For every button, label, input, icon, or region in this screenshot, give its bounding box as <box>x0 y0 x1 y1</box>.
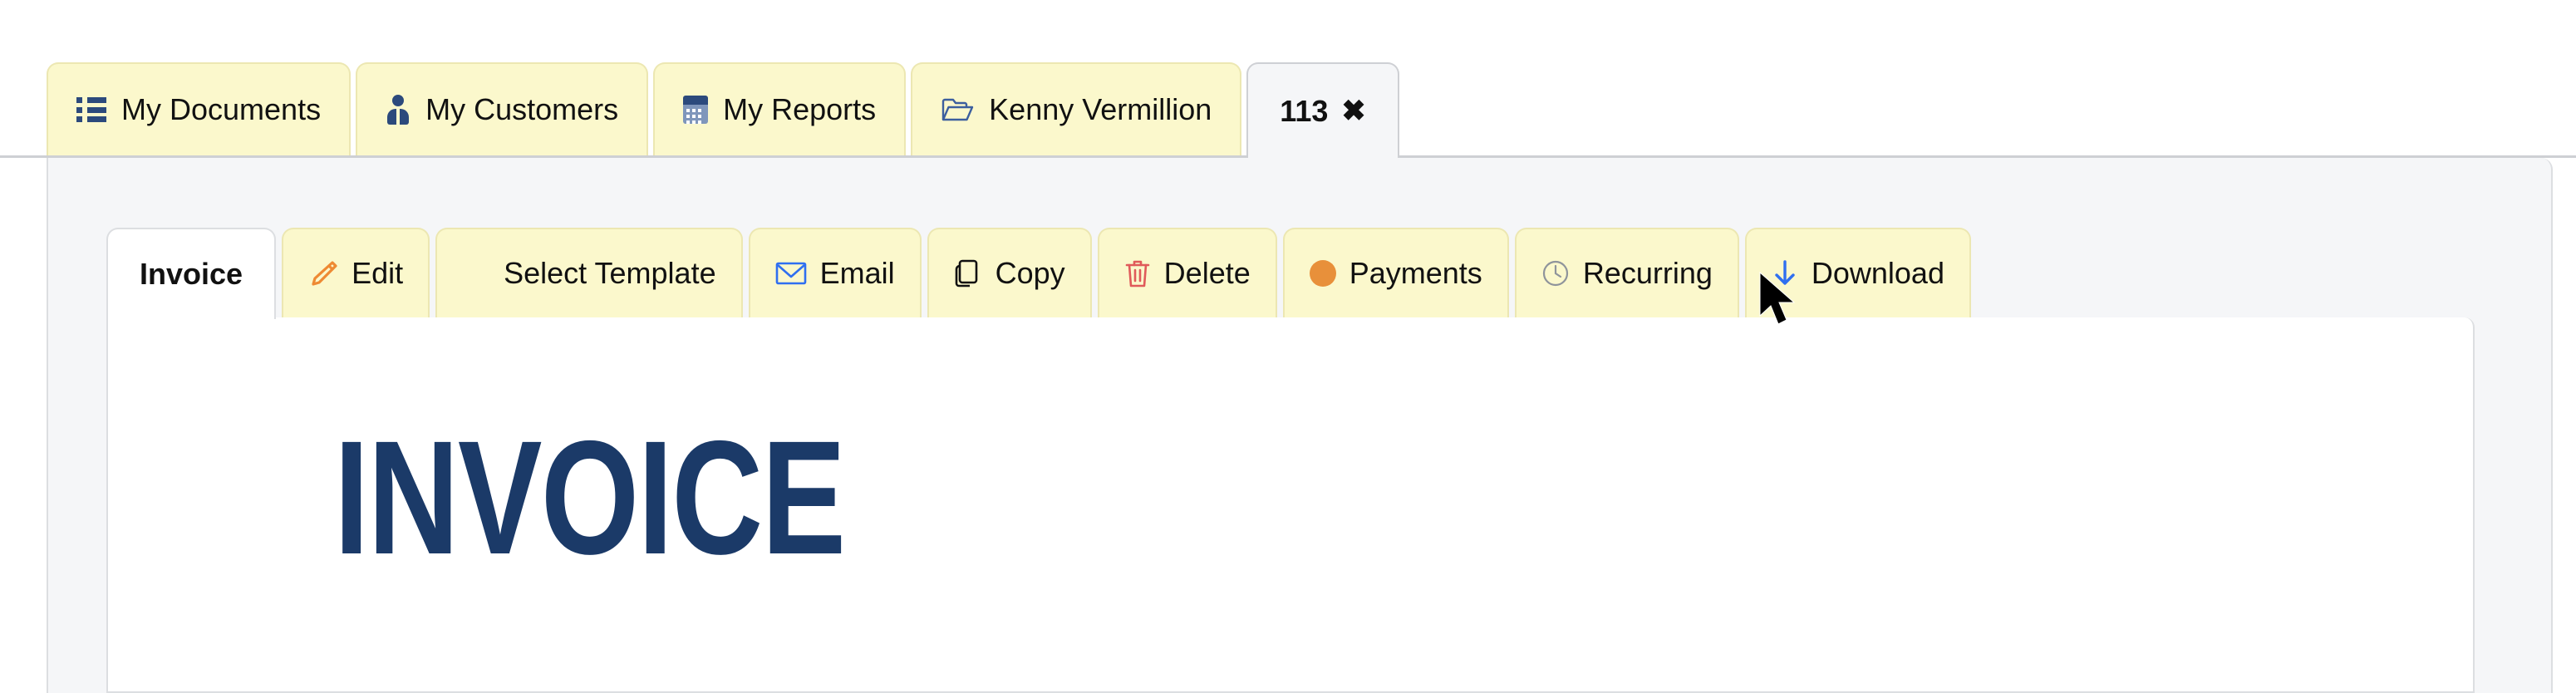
tab-recurring-label: Recurring <box>1582 256 1713 290</box>
tab-copy[interactable]: Copy <box>927 228 1092 317</box>
person-icon <box>386 95 410 125</box>
action-tab-bar: Invoice Edit Select Template Email Copy … <box>106 228 1977 319</box>
tab-download-label: Download <box>1811 256 1944 290</box>
tab-113[interactable]: 113 ✖ <box>1246 62 1399 158</box>
tab-delete-label: Delete <box>1163 256 1251 290</box>
pencil-icon <box>308 258 338 288</box>
circle-icon <box>1309 260 1336 287</box>
list-icon <box>76 97 106 122</box>
clock-icon <box>1541 259 1570 288</box>
tab-my-customers-label: My Customers <box>425 92 619 126</box>
envelope-icon <box>775 261 807 286</box>
tab-edit-label: Edit <box>351 256 404 290</box>
tab-payments-label: Payments <box>1349 256 1482 290</box>
tab-kenny-vermillion[interactable]: Kenny Vermillion <box>911 62 1242 155</box>
app-window: My Documents My Customers My Reports Ken <box>0 0 2576 693</box>
grid-icon <box>462 259 490 288</box>
tab-my-reports-label: My Reports <box>723 92 877 126</box>
tab-edit[interactable]: Edit <box>282 228 430 317</box>
folder-open-icon <box>941 96 974 123</box>
top-tab-bar: My Documents My Customers My Reports Ken <box>0 45 2576 158</box>
tab-email[interactable]: Email <box>748 228 922 317</box>
tab-select-template-label: Select Template <box>504 256 716 290</box>
tab-download[interactable]: Download <box>1744 228 1971 317</box>
tab-my-customers[interactable]: My Customers <box>356 62 649 155</box>
tab-113-label: 113 <box>1280 93 1329 128</box>
calendar-icon <box>683 96 709 124</box>
invoice-document-area: INVOICE <box>106 317 2475 693</box>
tab-my-reports[interactable]: My Reports <box>653 62 907 155</box>
download-arrow-icon <box>1772 258 1798 288</box>
page-title: INVOICE <box>334 407 846 588</box>
tab-select-template[interactable]: Select Template <box>435 228 743 317</box>
close-icon[interactable]: ✖ <box>1341 96 1365 125</box>
tab-recurring[interactable]: Recurring <box>1514 228 1739 317</box>
tab-copy-label: Copy <box>995 256 1065 290</box>
tab-invoice[interactable]: Invoice <box>106 228 277 319</box>
tab-my-documents-label: My Documents <box>121 92 322 126</box>
copy-icon <box>954 258 982 288</box>
trash-icon <box>1124 258 1151 288</box>
tab-payments[interactable]: Payments <box>1282 228 1509 317</box>
tab-email-label: Email <box>819 256 895 290</box>
tab-my-documents[interactable]: My Documents <box>47 62 351 155</box>
tab-kenny-vermillion-label: Kenny Vermillion <box>989 92 1212 126</box>
tab-invoice-label: Invoice <box>140 257 243 291</box>
tab-delete[interactable]: Delete <box>1097 228 1277 317</box>
